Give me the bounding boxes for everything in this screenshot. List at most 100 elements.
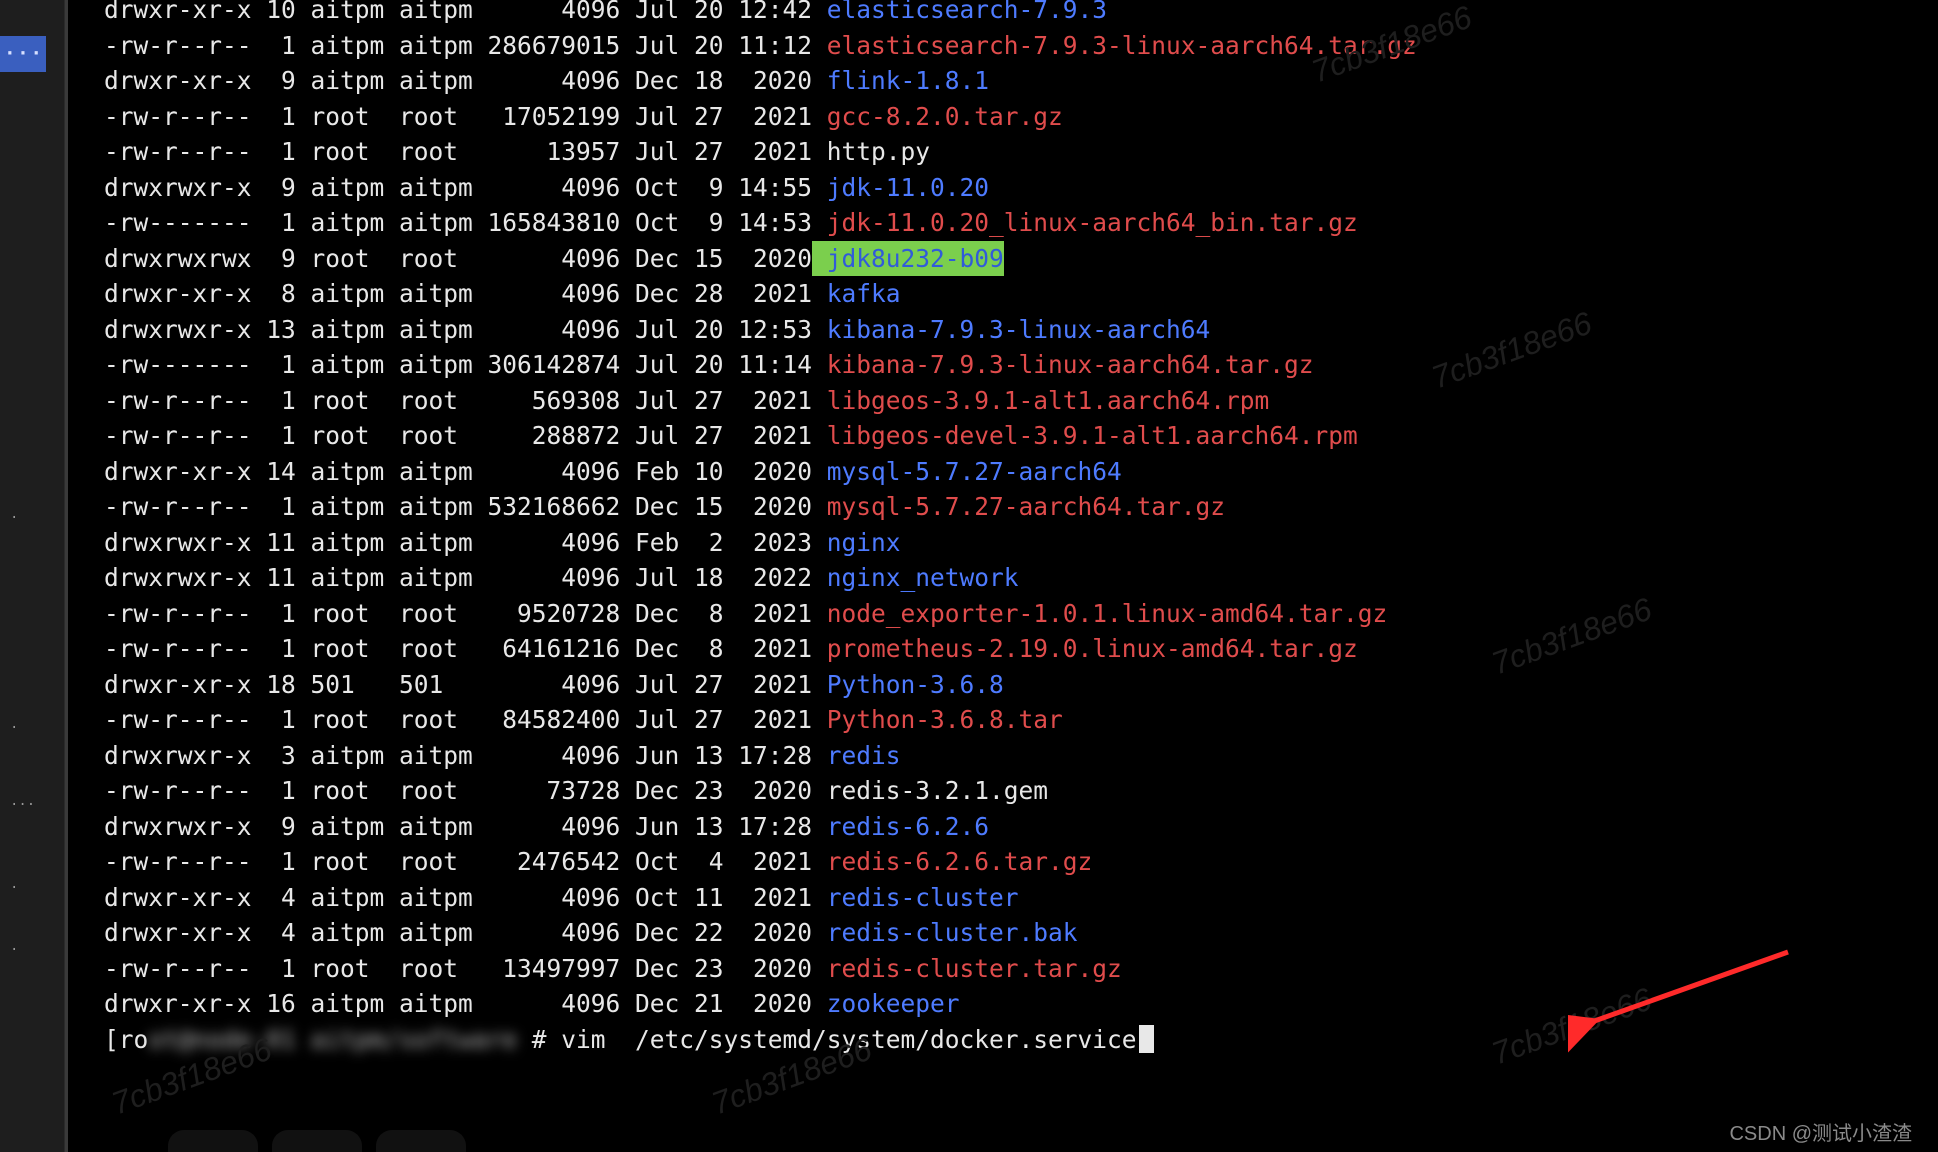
day: 27 [679, 99, 723, 135]
group: aitpm [399, 170, 473, 206]
day: 27 [679, 383, 723, 419]
file-name: Python-3.6.8 [812, 667, 1004, 703]
owner: root [311, 418, 385, 454]
links: 1 [252, 773, 296, 809]
group: root [399, 773, 473, 809]
file-name: redis-cluster [812, 880, 1019, 916]
group: root [399, 134, 473, 170]
perm: drwxr-xr-x [104, 454, 252, 490]
perm: -rw-r--r-- [104, 951, 252, 987]
group: aitpm [399, 915, 473, 951]
month: Dec [635, 631, 679, 667]
file-name: kibana-7.9.3-linux-aarch64 [812, 312, 1210, 348]
month: Jul [635, 418, 679, 454]
terminal-panel[interactable]: drwxr-xr-x10 aitpm aitpm4096 Jul2012:42e… [64, 0, 1938, 1152]
links: 9 [252, 241, 296, 277]
day: 9 [679, 205, 723, 241]
perm: -rw-r--r-- [104, 28, 252, 64]
size: 13957 [473, 134, 621, 170]
size: 4096 [473, 667, 621, 703]
sidebar-item[interactable]: . [10, 718, 18, 732]
sidebar-item[interactable]: . [10, 878, 18, 892]
menu-more-icon[interactable]: ··· [0, 36, 46, 72]
group: aitpm [399, 986, 473, 1022]
time: 14:55 [724, 170, 813, 206]
terminal-output[interactable]: drwxr-xr-x10 aitpm aitpm4096 Jul2012:42e… [104, 0, 1918, 1057]
perm: drwxrwxr-x [104, 170, 252, 206]
size: 4096 [473, 525, 621, 561]
ls-row: drwxrwxr-x13 aitpm aitpm4096 Jul2012:53k… [104, 312, 1918, 348]
size: 286679015 [473, 28, 621, 64]
owner: root [311, 702, 385, 738]
sidebar-item[interactable]: ··· [10, 798, 35, 812]
owner: aitpm [311, 809, 385, 845]
perm: -rw-r--r-- [104, 489, 252, 525]
day: 13 [679, 809, 723, 845]
sidebar-item[interactable]: . [10, 940, 18, 954]
file-name: mysql-5.7.27-aarch64.tar.gz [812, 489, 1225, 525]
month: Jul [635, 702, 679, 738]
ls-row: drwxrwxrwx9 root root 4096 Dec152020jdk8… [104, 241, 1918, 277]
links: 11 [252, 560, 296, 596]
file-name: redis-3.2.1.gem [812, 773, 1048, 809]
owner: aitpm [311, 986, 385, 1022]
owner: aitpm [311, 525, 385, 561]
size: 4096 [473, 312, 621, 348]
ls-row: drwxr-xr-x18 501 501 4096 Jul272021Pytho… [104, 667, 1918, 703]
month: Dec [635, 773, 679, 809]
activity-bar: ··· . . ··· . . [0, 0, 65, 1152]
links: 14 [252, 454, 296, 490]
group: root [399, 596, 473, 632]
ls-row: drwxrwxr-x11 aitpm aitpm4096 Feb22023ngi… [104, 525, 1918, 561]
day: 4 [679, 844, 723, 880]
month: Jun [635, 738, 679, 774]
ls-row: -rw-------1 aitpm aitpm306142874 Jul2011… [104, 347, 1918, 383]
size: 4096 [473, 170, 621, 206]
time: 12:53 [724, 312, 813, 348]
ls-row: drwxr-xr-x4 aitpm aitpm4096 Dec222020red… [104, 915, 1918, 951]
perm: -rw-r--r-- [104, 631, 252, 667]
ls-row: drwxrwxr-x9 aitpm aitpm4096 Oct914:55jdk… [104, 170, 1918, 206]
day: 20 [679, 347, 723, 383]
month: Jul [635, 99, 679, 135]
time: 2020 [724, 951, 813, 987]
file-name: kafka [812, 276, 901, 312]
command-input[interactable]: vim /etc/systemd/system/docker.service [561, 1022, 1136, 1058]
perm: drwxr-xr-x [104, 986, 252, 1022]
owner: aitpm [311, 170, 385, 206]
month: Dec [635, 596, 679, 632]
time: 2021 [724, 134, 813, 170]
credit-text: CSDN @测试小渣渣 [1729, 1124, 1912, 1144]
prompt-line[interactable]: [root@node-01 aitpm/software # vim /etc/… [104, 1022, 1918, 1058]
time: 2021 [724, 596, 813, 632]
time: 2022 [724, 560, 813, 596]
perm: drwxrwxr-x [104, 560, 252, 596]
links: 1 [252, 418, 296, 454]
perm: drwxrwxr-x [104, 738, 252, 774]
ls-row: -rw-r--r--1 root root 2476542 Oct42021re… [104, 844, 1918, 880]
owner: aitpm [311, 454, 385, 490]
perm: -rw-r--r-- [104, 383, 252, 419]
group: root [399, 951, 473, 987]
time: 17:28 [724, 809, 813, 845]
owner: 501 [311, 667, 385, 703]
group: aitpm [399, 347, 473, 383]
group: root [399, 631, 473, 667]
links: 13 [252, 312, 296, 348]
owner: root [311, 844, 385, 880]
ls-row: drwxrwxr-x11 aitpm aitpm4096 Jul182022ng… [104, 560, 1918, 596]
size: 165843810 [473, 205, 621, 241]
day: 11 [679, 880, 723, 916]
ls-row: -rw-r--r--1 aitpm aitpm286679015 Jul2011… [104, 28, 1918, 64]
size: 306142874 [473, 347, 621, 383]
file-name: nginx [812, 525, 901, 561]
links: 1 [252, 951, 296, 987]
month: Oct [635, 844, 679, 880]
day: 20 [679, 28, 723, 64]
group: aitpm [399, 525, 473, 561]
month: Jul [635, 347, 679, 383]
month: Jun [635, 809, 679, 845]
sidebar-item[interactable]: . [10, 508, 18, 522]
month: Dec [635, 63, 679, 99]
owner: aitpm [311, 28, 385, 64]
